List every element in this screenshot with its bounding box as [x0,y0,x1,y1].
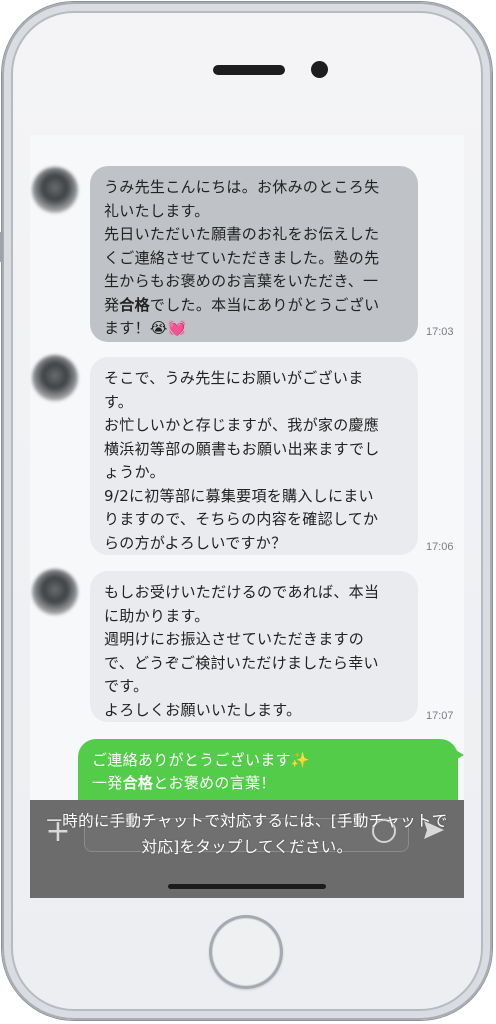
avatar[interactable] [32,569,78,615]
message-text: とお褒めの言葉！ [153,774,276,792]
message-text: 一発 [92,774,123,792]
message-line: 一発合格とお褒めの言葉！ [92,772,444,795]
message-line: ご連絡ありがとうございます✨ [92,751,310,769]
message-line: うみ先生こんにちは。お休みのところ失 [104,178,380,196]
timestamp: 17:07 [426,710,454,722]
side-button [0,232,3,262]
timestamp: 17:03 [426,326,454,338]
message-bubble[interactable]: うみ先生こんにちは。お休みのところ失 礼いたします。 先日いただいた願書のお礼を… [90,166,418,342]
message-line: 生からもお褒めのお言葉をいただき、一 [104,272,379,290]
avatar[interactable] [32,355,78,401]
emoji-sticker-icon: 😭💓 [149,319,187,337]
notice-line: 一時的に手動チャットで対応するには、[手動チャットで [46,812,448,830]
message-text: ます！ [104,319,150,337]
timestamp: 17:06 [426,541,454,553]
message-line: 礼いたします。 [104,201,210,220]
speaker-grille [213,65,285,75]
chat-screen: うみ先生こんにちは。お休みのところ失 礼いたします。 先日いただいた願書のお礼を… [30,135,464,898]
input-bar: + 一時的に手動チャットで対応するには、[手動チャットで 対応]をタップしてくだ… [30,800,464,898]
avatar[interactable] [32,167,78,213]
home-indicator[interactable] [168,884,326,889]
message-bubble[interactable]: もしお受けいただけるのであれば、本当 に助かります。 週明けにお振込させていただ… [90,571,418,722]
message-bubble[interactable]: そこで、うみ先生にお願いがございま す。 お忙しいかと存じますが、我が家の慶應 … [90,357,418,555]
notice-line: 対応]をタップしてください。 [141,838,353,856]
message-line: くご連絡させていただきました。塾の先 [104,248,380,267]
message-line: 先日いただいた願書のお礼をお伝えした [104,225,380,243]
front-camera-icon [311,61,328,78]
message-text: 発 [104,295,120,314]
bold-text: 合格 [119,295,150,314]
home-button[interactable] [209,915,283,989]
manual-chat-notice[interactable]: 一時的に手動チャットで対応するには、[手動チャットで 対応]をタップしてください… [30,808,464,860]
phone-frame: うみ先生こんにちは。お休みのところ失 礼いたします。 先日いただいた願書のお礼を… [0,2,492,1020]
bold-text: 合格 [122,774,154,792]
message-text: でした。本当にありがとうござい [149,295,380,314]
